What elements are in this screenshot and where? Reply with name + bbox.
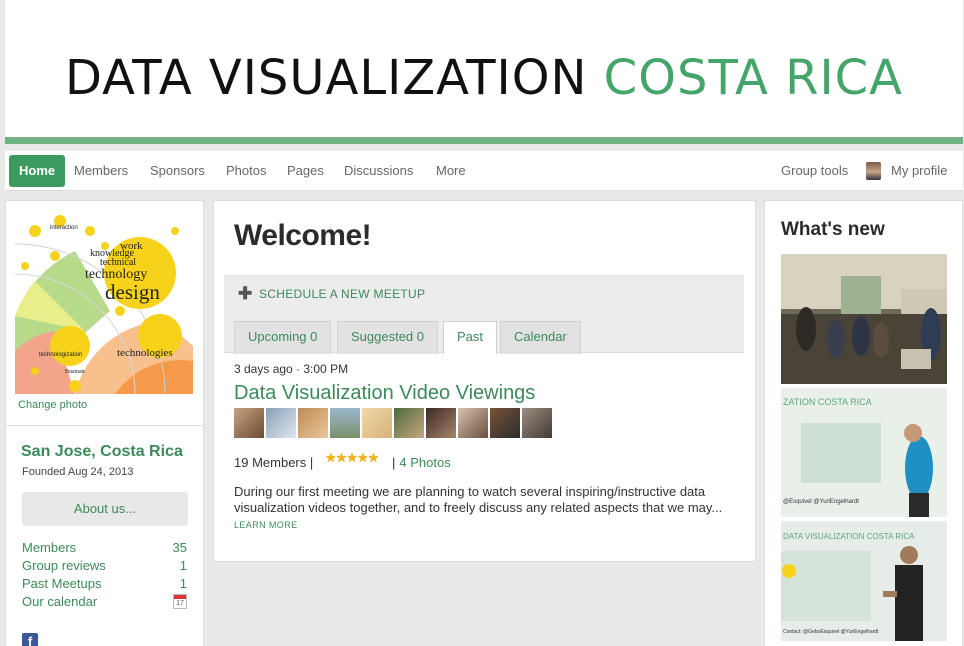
photo-word-design: design [105, 280, 160, 304]
photo-word-technologies: technologies [117, 347, 173, 359]
nav-discussions[interactable]: Discussions [334, 155, 423, 187]
attendee-avatar[interactable] [234, 408, 264, 438]
group-location[interactable]: San Jose, Costa Rica [21, 443, 183, 461]
facebook-icon[interactable]: f [22, 633, 38, 646]
attendee-avatar[interactable] [330, 408, 360, 438]
stat-label: Our calendar [22, 594, 98, 609]
attendee-avatar[interactable] [522, 408, 552, 438]
photo-word-busman: Busman [65, 369, 85, 375]
nav-sponsors[interactable]: Sponsors [140, 155, 215, 187]
new-photo-1[interactable] [781, 254, 947, 384]
divider [6, 425, 203, 426]
group-photo[interactable]: knowledge work technical technology desi… [15, 211, 193, 394]
stat-label: Members [22, 540, 77, 555]
nav-photos[interactable]: Photos [216, 155, 276, 187]
group-sidebar: knowledge work technical technology desi… [5, 200, 204, 646]
site-title-part2: COSTA RICA [603, 50, 903, 106]
nav-my-profile[interactable]: My profile [881, 155, 957, 187]
attendee-avatar[interactable] [362, 408, 392, 438]
calendar-icon[interactable]: 17 [173, 594, 187, 609]
header-banner: DATA VISUALIZATION COSTA RICA [5, 0, 963, 144]
stat-value: 35 [172, 540, 187, 555]
stat-value: 1 [179, 576, 187, 591]
stat-label: Past Meetups [22, 576, 102, 591]
nav-pages[interactable]: Pages [277, 155, 334, 187]
attendee-avatar[interactable] [458, 408, 488, 438]
stat-label: Group reviews [22, 558, 106, 573]
photos-separator: | [392, 455, 396, 470]
stat-members[interactable]: Members 35 [22, 540, 187, 555]
nav-home[interactable]: Home [9, 155, 66, 187]
event-photos-link[interactable]: | 4 Photos [392, 455, 451, 470]
schedule-meetup-label: SCHEDULE A NEW MEETUP [259, 287, 426, 301]
whats-new-title: What's new [781, 219, 885, 240]
meetup-room-photo [781, 254, 947, 384]
presentation-photo: ZATION COSTA RICA @Esquivel @YuriEngelha… [781, 388, 947, 517]
tab-calendar[interactable]: Calendar [500, 321, 581, 354]
main-nav: Home Members Sponsors Photos Pages Discu… [5, 151, 963, 191]
nav-group-tools[interactable]: Group tools [771, 155, 858, 187]
photo-word-technologization: technologization [39, 352, 82, 358]
learn-more-link[interactable]: LEARN MORE [234, 520, 298, 530]
new-photo-3[interactable]: DATA VISUALIZATION COSTA RICA Contact: @… [781, 521, 947, 641]
photo-word-interaction: interaction [50, 225, 78, 231]
attendee-avatar[interactable] [394, 408, 424, 438]
stat-value: 1 [179, 558, 187, 573]
event-members-count[interactable]: 19 Members | [234, 455, 313, 470]
meetup-tabs: Upcoming 0 Suggested 0 Past Calendar [224, 311, 744, 354]
stat-group-reviews[interactable]: Group reviews 1 [22, 558, 187, 573]
tab-upcoming[interactable]: Upcoming 0 [234, 321, 332, 354]
site-title: DATA VISUALIZATION COSTA RICA [5, 50, 963, 106]
nav-more[interactable]: More [426, 155, 476, 187]
tab-past[interactable]: Past [443, 321, 498, 354]
founded-date: Founded Aug 24, 2013 [22, 466, 134, 478]
attendee-avatar[interactable] [266, 408, 296, 438]
group-photo-graphic: knowledge work technical technology desi… [15, 211, 193, 394]
new-photo-2[interactable]: ZATION COSTA RICA @Esquivel @YuriEngelha… [781, 388, 947, 517]
event-photos-label[interactable]: 4 Photos [399, 455, 450, 470]
speaker-photo: DATA VISUALIZATION COSTA RICA Contact: @… [781, 521, 947, 641]
page-title: Welcome! [234, 219, 372, 252]
event-description-text: During our first meeting we are planning… [234, 484, 723, 515]
main-content: Welcome! ✚ SCHEDULE A NEW MEETUP Upcomin… [213, 200, 756, 562]
plus-icon: ✚ [238, 284, 253, 303]
change-photo-link[interactable]: Change photo [18, 399, 87, 411]
slide-heading-2: DATA VISUALIZATION COSTA RICA [783, 532, 915, 541]
attendee-avatar[interactable] [298, 408, 328, 438]
schedule-meetup-button[interactable]: ✚ SCHEDULE A NEW MEETUP [224, 275, 744, 311]
slide-contact: Contact: @GeboEsquivel @YuriEngelhardt [783, 629, 879, 635]
whats-new-panel: What's new ZATION COSTA RICA @Esquivel @… [764, 200, 963, 646]
about-us-button[interactable]: About us... [22, 492, 188, 526]
event-time: 3 days ago · 3:00 PM [234, 362, 349, 376]
site-title-part1: DATA VISUALIZATION [65, 50, 588, 106]
slide-footer: @Esquivel @YuriEngelhardt [783, 499, 859, 505]
stat-our-calendar[interactable]: Our calendar 17 [22, 594, 187, 609]
attendee-avatar[interactable] [426, 408, 456, 438]
rating-stars-icon: ★★★★★ [325, 450, 379, 465]
slide-heading: ZATION COSTA RICA [783, 397, 872, 407]
stat-past-meetups[interactable]: Past Meetups 1 [22, 576, 187, 591]
photo-word-work: work [120, 240, 143, 252]
attendee-avatar[interactable] [490, 408, 520, 438]
nav-members[interactable]: Members [64, 155, 138, 187]
event-title-link[interactable]: Data Visualization Video Viewings [234, 382, 535, 405]
profile-avatar-icon[interactable] [866, 162, 881, 180]
event-description: During our first meeting we are planning… [234, 484, 739, 533]
tab-suggested[interactable]: Suggested 0 [337, 321, 439, 354]
